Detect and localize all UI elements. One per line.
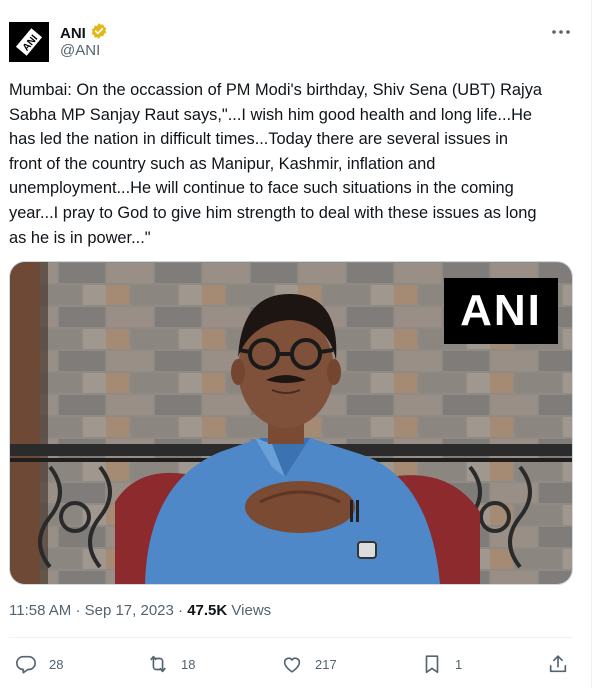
bookmark-button[interactable]: 1 [421,650,462,678]
share-button[interactable] [547,650,569,678]
repost-count: 18 [181,656,196,672]
repost-icon [150,655,166,673]
author-name[interactable]: ANI [60,25,86,42]
more-button[interactable] [549,22,573,42]
bookmark-icon [425,655,439,674]
tweet-media[interactable]: ANI [9,261,573,585]
meta-separator: · [75,602,81,619]
more-icon [552,30,570,34]
meta-separator: · [178,602,184,619]
reply-button[interactable]: 28 [15,650,63,678]
views-label: Views [231,602,272,619]
tweet-time[interactable]: 11:58 AM [9,602,71,619]
reply-icon [16,655,36,674]
views-count: 47.5K [187,602,228,619]
avatar[interactable]: ANI [9,22,49,62]
share-icon [549,655,567,673]
divider [9,637,573,638]
like-icon [283,657,301,673]
ani-logo: ANI [9,22,49,62]
like-count: 217 [315,656,337,672]
media-watermark-text: ANI [460,286,542,335]
tweet-text: Mumbai: On the occassion of PM Modi's bi… [9,81,542,247]
action-bar: 28 18 217 1 [9,650,575,678]
tweet-meta: 11:58 AM · Sep 17, 2023 · 47.5K Views [9,602,271,619]
bookmark-count: 1 [455,656,463,672]
reply-count: 28 [49,656,64,672]
tweet-card: ANI ANI @ANI Mumbai: On the occassion of… [0,0,592,688]
author-handle[interactable]: @ANI [60,42,100,59]
like-button[interactable]: 217 [281,650,337,678]
tweet-date[interactable]: Sep 17, 2023 [85,602,174,619]
media-watermark: ANI [444,278,558,344]
repost-button[interactable]: 18 [147,650,195,678]
